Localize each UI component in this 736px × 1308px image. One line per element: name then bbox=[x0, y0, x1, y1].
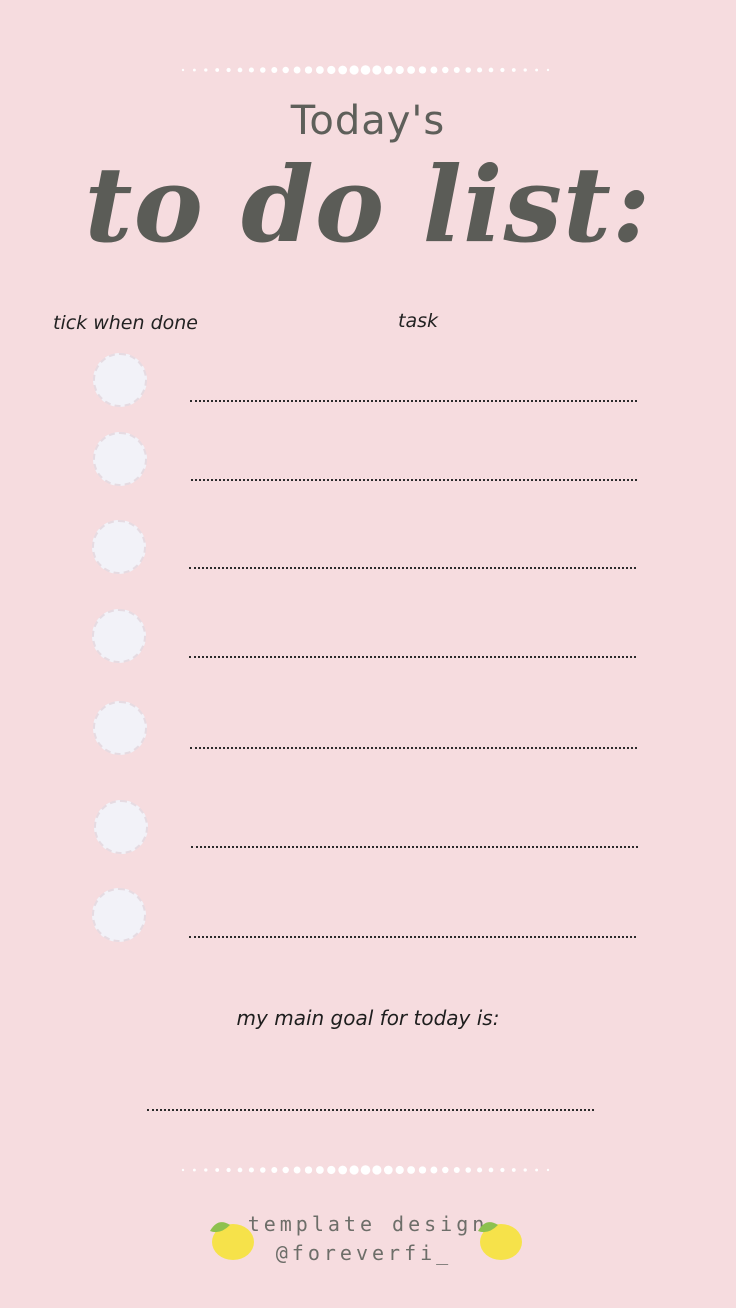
divider-dot bbox=[349, 65, 359, 75]
divider-dot bbox=[383, 1165, 393, 1175]
divider-dot bbox=[316, 66, 324, 74]
task-line[interactable] bbox=[190, 747, 637, 749]
tick-circle[interactable] bbox=[93, 353, 147, 407]
goal-line[interactable] bbox=[147, 1109, 594, 1111]
divider-dot bbox=[372, 65, 382, 75]
divider-dot bbox=[442, 66, 449, 74]
divider-dot bbox=[248, 67, 254, 73]
divider-dot bbox=[327, 1165, 336, 1175]
divider-dot bbox=[372, 1165, 382, 1175]
task-line[interactable] bbox=[191, 846, 638, 848]
divider-dot bbox=[407, 1166, 415, 1174]
divider-dot bbox=[511, 68, 516, 72]
goal-label: my main goal for today is: bbox=[236, 1006, 500, 1030]
divider-dot bbox=[293, 66, 301, 74]
divider-dot bbox=[383, 65, 393, 75]
divider-dot bbox=[316, 1166, 324, 1174]
divider-dot bbox=[181, 1168, 185, 1172]
title-today: Today's bbox=[290, 98, 446, 144]
divider-dot bbox=[215, 68, 220, 72]
tick-column-label: tick when done bbox=[53, 312, 198, 334]
divider-dot bbox=[430, 1166, 438, 1174]
divider-dot bbox=[535, 68, 539, 72]
divider-dot bbox=[418, 1166, 427, 1174]
divider-dot bbox=[271, 67, 278, 73]
divider-dot bbox=[215, 1168, 220, 1172]
tick-circle[interactable] bbox=[93, 432, 147, 486]
divider-dot bbox=[477, 67, 483, 73]
divider-dot bbox=[360, 1165, 371, 1175]
title-to-do-list: to do list: bbox=[84, 143, 652, 266]
divider-dot bbox=[430, 66, 438, 74]
tick-circle[interactable] bbox=[93, 701, 147, 755]
divider-dot bbox=[338, 1165, 348, 1175]
divider-dot bbox=[260, 67, 266, 73]
divider-dot bbox=[407, 66, 415, 74]
divider-dot bbox=[488, 1167, 494, 1173]
footer-credit-line2: @foreverfi_ bbox=[275, 1241, 453, 1265]
divider-dot bbox=[453, 1167, 460, 1173]
divider-dot bbox=[465, 1167, 471, 1173]
divider-dot bbox=[260, 1167, 266, 1173]
divider-dot bbox=[204, 1168, 208, 1172]
divider-dot bbox=[192, 68, 196, 72]
divider-dot bbox=[226, 1167, 231, 1173]
divider-dot bbox=[395, 1165, 404, 1175]
tick-circle[interactable] bbox=[94, 800, 148, 854]
lemon-icon bbox=[478, 1222, 522, 1260]
task-line[interactable] bbox=[189, 656, 636, 658]
divider-dot bbox=[327, 65, 336, 75]
task-column-label: task bbox=[398, 310, 438, 332]
divider-dot bbox=[523, 1168, 527, 1172]
divider-dot bbox=[282, 66, 289, 74]
task-line[interactable] bbox=[189, 936, 636, 938]
divider-dot bbox=[395, 65, 404, 75]
divider-dot bbox=[349, 1165, 359, 1175]
divider-dot bbox=[181, 68, 185, 72]
divider-dot bbox=[293, 1166, 301, 1174]
divider-dot bbox=[304, 66, 313, 74]
task-line[interactable] bbox=[190, 400, 637, 402]
footer-credit-line1: template design bbox=[247, 1212, 489, 1236]
divider-dot bbox=[477, 1167, 483, 1173]
divider-dot bbox=[338, 65, 348, 75]
divider-dot bbox=[523, 68, 527, 72]
divider-dot bbox=[271, 1167, 278, 1173]
divider-dot bbox=[226, 67, 231, 73]
divider-dot bbox=[488, 67, 494, 73]
divider-dot bbox=[500, 1167, 505, 1173]
divider-dot bbox=[192, 1168, 196, 1172]
divider-dot bbox=[500, 67, 505, 73]
divider-dot bbox=[237, 67, 243, 73]
tick-circle[interactable] bbox=[92, 520, 146, 574]
divider-dot bbox=[511, 1168, 516, 1172]
divider-dot bbox=[248, 1167, 254, 1173]
bottom-dot-divider bbox=[181, 1165, 550, 1175]
divider-dot bbox=[360, 65, 371, 75]
divider-dot bbox=[465, 67, 471, 73]
divider-dot bbox=[535, 1168, 539, 1172]
task-line[interactable] bbox=[191, 479, 637, 481]
divider-dot bbox=[237, 1167, 243, 1173]
top-dot-divider bbox=[181, 65, 550, 75]
tick-circle[interactable] bbox=[92, 609, 146, 663]
divider-dot bbox=[204, 68, 208, 72]
divider-dot bbox=[546, 1168, 550, 1172]
divider-dot bbox=[546, 68, 550, 72]
tick-circle[interactable] bbox=[92, 888, 146, 942]
divider-dot bbox=[304, 1166, 313, 1174]
divider-dot bbox=[418, 66, 427, 74]
divider-dot bbox=[453, 67, 460, 73]
divider-dot bbox=[282, 1166, 289, 1174]
divider-dot bbox=[442, 1166, 449, 1174]
task-line[interactable] bbox=[189, 567, 636, 569]
